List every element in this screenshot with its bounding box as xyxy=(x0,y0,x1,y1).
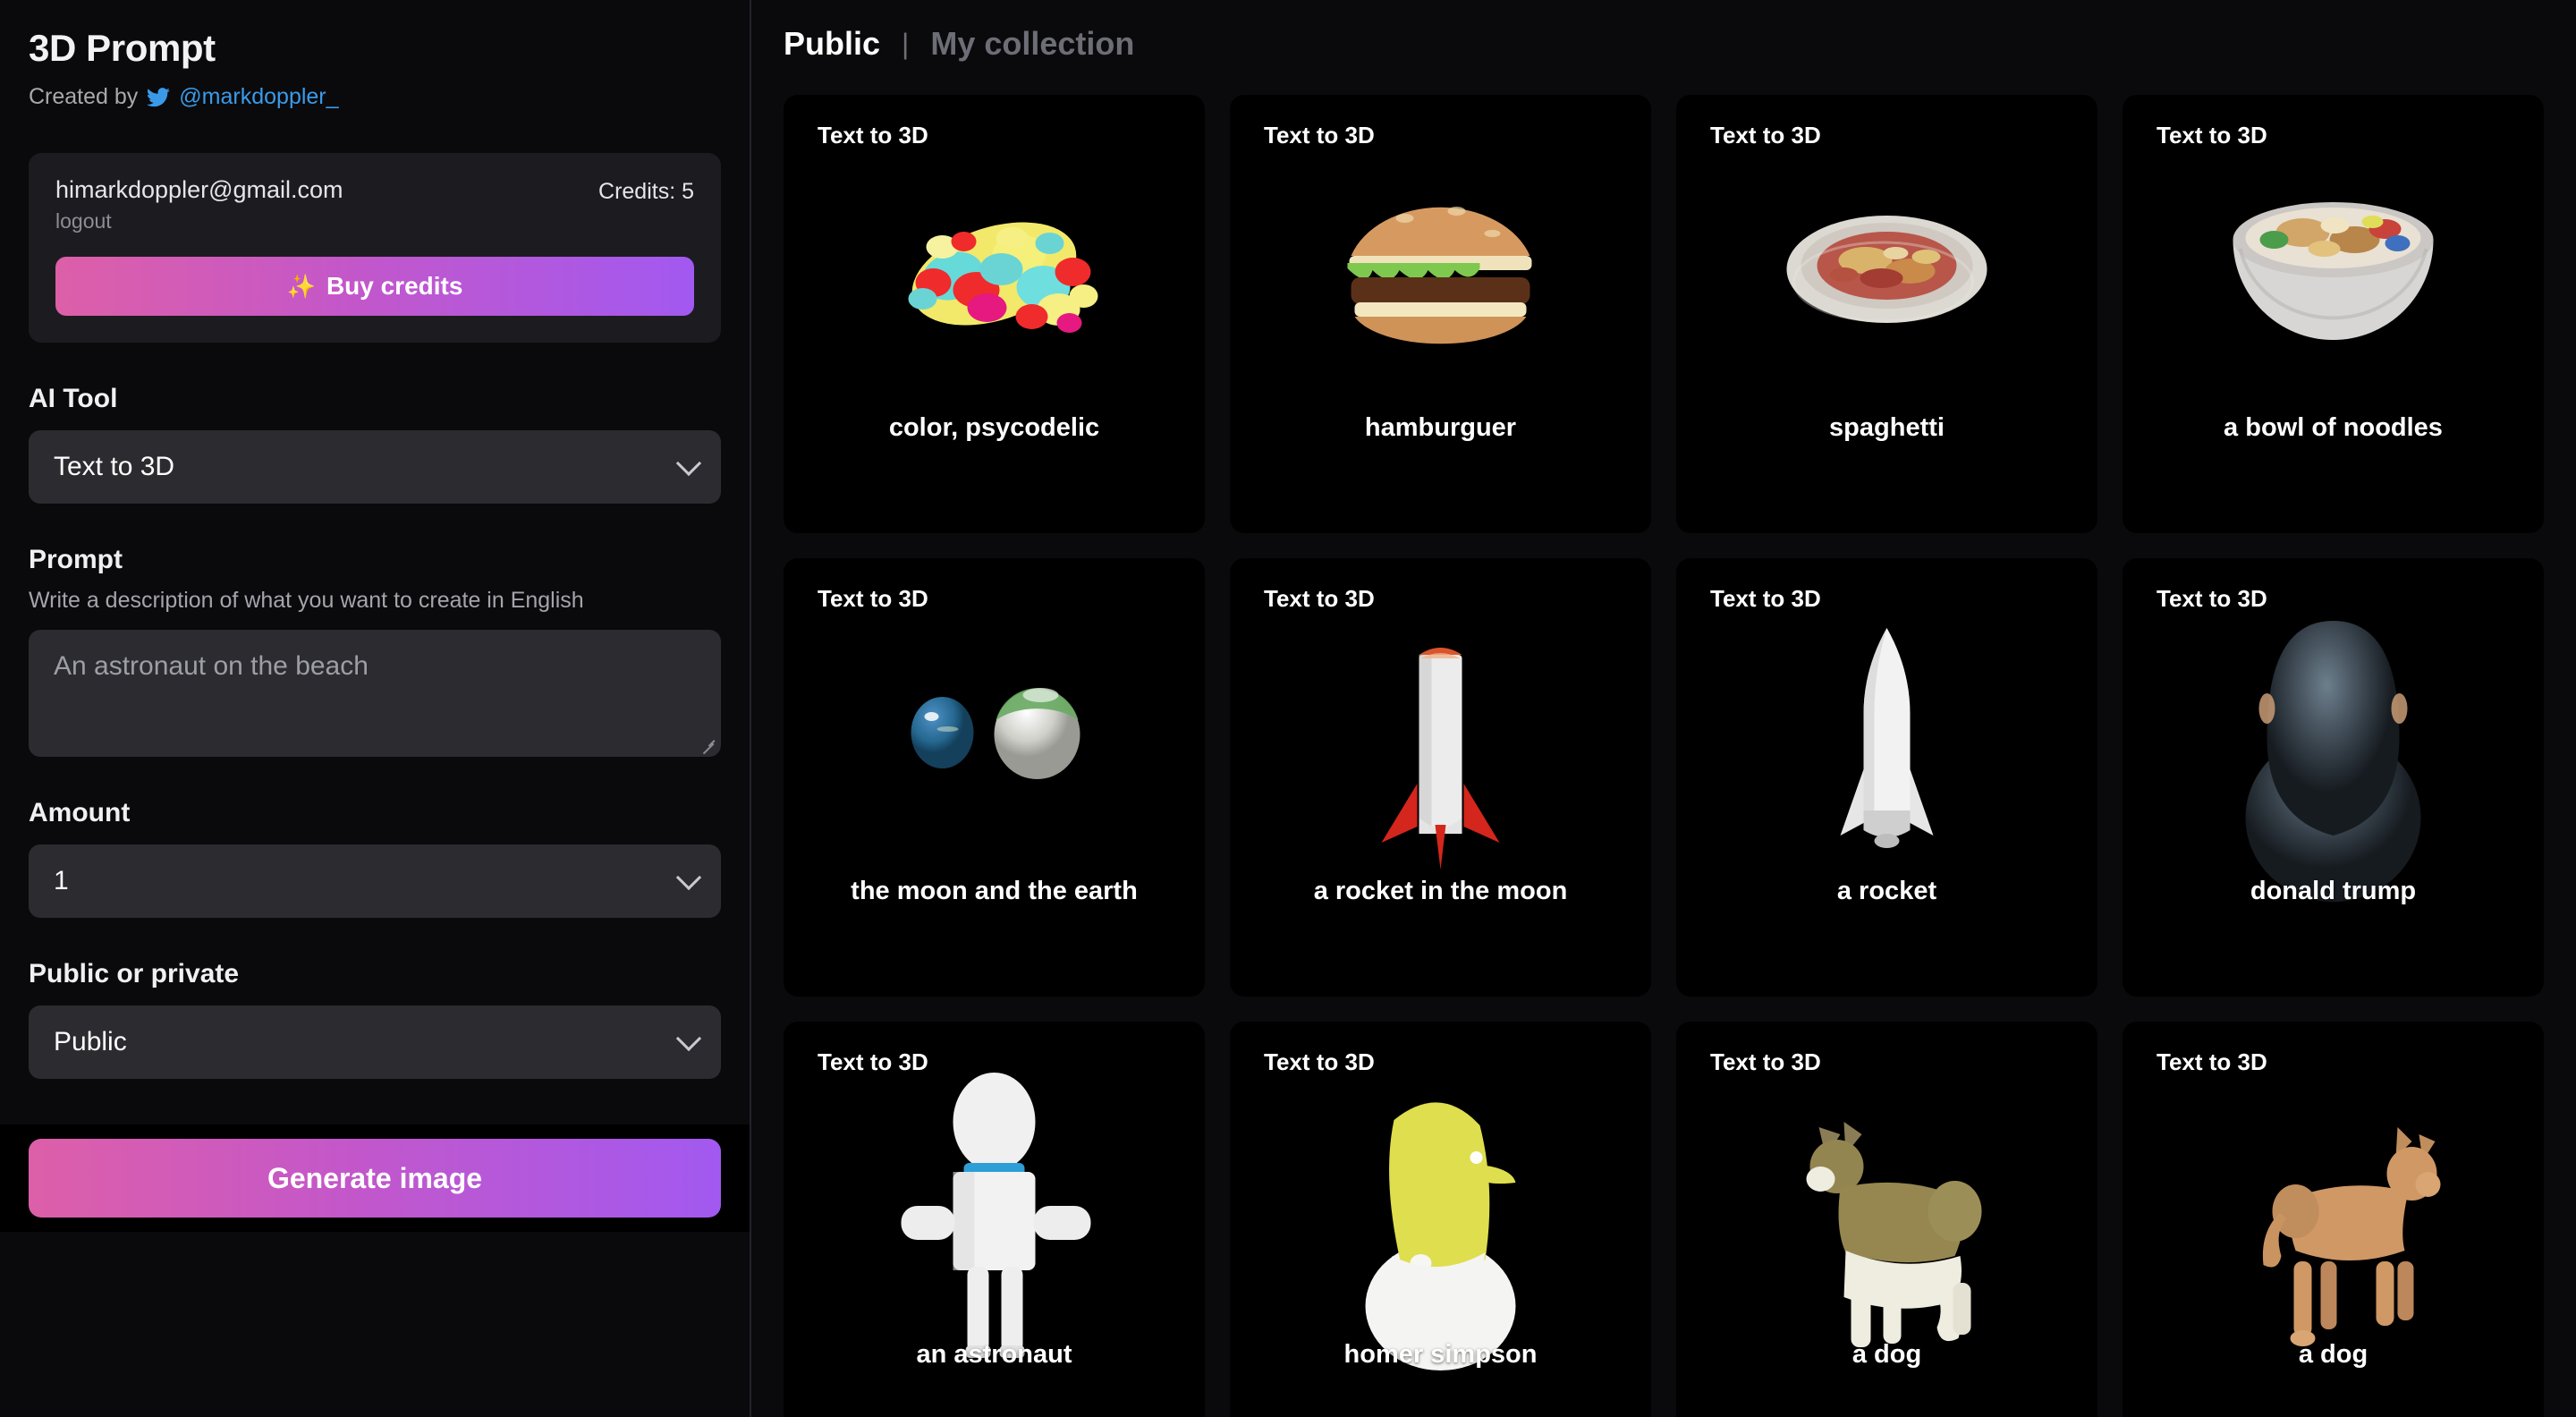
buy-credits-label: Buy credits xyxy=(326,272,463,300)
card-tag: Text to 3D xyxy=(2157,122,2267,148)
card-tag: Text to 3D xyxy=(1710,585,1821,612)
sidebar: 3D Prompt Created by @markdoppler_ himar… xyxy=(0,0,751,1417)
amount-label: Amount xyxy=(29,798,131,827)
card-caption: hamburguer xyxy=(1364,413,1517,442)
generate-image-button[interactable]: Generate image xyxy=(29,1139,721,1218)
hamburger-art xyxy=(1230,95,1651,533)
chevron-down-icon xyxy=(675,864,702,891)
card-caption: a dog xyxy=(1852,1340,1922,1369)
tab-my-collection[interactable]: My collection xyxy=(930,25,1134,63)
gallery-grid: Text to 3D color, psycodelic Text to 3D … xyxy=(784,95,2544,1417)
main-content: Public | My collection Text to 3D color,… xyxy=(751,0,2576,1417)
twitter-bird-icon xyxy=(146,85,171,110)
account-row: himarkdoppler@gmail.com logout Credits: … xyxy=(55,176,694,233)
ai-tool-label: AI Tool xyxy=(29,384,118,413)
textarea-resize-handle[interactable] xyxy=(699,736,716,752)
card-tag: Text to 3D xyxy=(1710,122,1821,148)
gallery-card[interactable]: Text to 3D xyxy=(1230,558,1651,997)
tab-separator: | xyxy=(902,27,910,60)
app-root: 3D Prompt Created by @markdoppler_ himar… xyxy=(0,0,2576,1417)
card-tag: Text to 3D xyxy=(818,122,928,148)
card-caption: the moon and the earth xyxy=(851,877,1138,905)
card-tag: Text to 3D xyxy=(818,585,928,612)
card-tag: Text to 3D xyxy=(1264,585,1375,612)
head-silhouette-art xyxy=(2123,558,2544,997)
gallery-card[interactable]: Text to 3D xyxy=(784,1022,1205,1417)
gallery-card[interactable]: Text to 3D a rocket xyxy=(1676,558,2097,997)
gallery-card[interactable]: Text to 3D homer simpson xyxy=(1230,1022,1651,1417)
card-tag: Text to 3D xyxy=(818,1048,928,1075)
buy-credits-button[interactable]: ✨ Buy credits xyxy=(55,257,694,316)
card-caption: color, psycodelic xyxy=(888,413,1100,442)
card-tag: Text to 3D xyxy=(2157,1048,2267,1075)
card-tag: Text to 3D xyxy=(2157,585,2267,612)
gallery-card[interactable]: Text to 3D xyxy=(2123,558,2544,997)
chevron-down-icon xyxy=(675,1025,702,1052)
card-tag: Text to 3D xyxy=(1710,1048,1821,1075)
card-tag: Text to 3D xyxy=(1264,1048,1375,1075)
prompt-label: Prompt xyxy=(29,545,123,574)
tab-public[interactable]: Public xyxy=(784,25,880,63)
visibility-label: Public or private xyxy=(29,959,240,989)
card-caption: a bowl of noodles xyxy=(2224,413,2443,442)
card-caption: donald trump xyxy=(2250,877,2417,905)
card-caption: an astronaut xyxy=(916,1340,1072,1369)
page-title: 3D Prompt xyxy=(29,27,216,69)
ai-tool-select[interactable]: Text to 3D xyxy=(29,430,721,504)
rocket-red-fins-art xyxy=(1230,558,1651,997)
gallery-card[interactable]: Text to 3D xyxy=(2123,95,2544,533)
gallery-card[interactable]: Text to 3D xyxy=(784,95,1205,533)
rocket-white-art xyxy=(1676,558,2097,997)
noodle-bowl-art xyxy=(2123,95,2544,533)
ai-tool-value: Text to 3D xyxy=(54,452,175,481)
gallery-card[interactable]: Text to 3D xyxy=(784,558,1205,997)
prompt-placeholder: An astronaut on the beach xyxy=(54,651,369,681)
sparkles-icon: ✨ xyxy=(286,272,316,300)
spaghetti-plate-art xyxy=(1676,95,2097,533)
gallery-card[interactable]: Text to 3D xyxy=(2123,1022,2544,1417)
gallery-card[interactable]: Text to 3D xyxy=(1676,1022,2097,1417)
account-card: himarkdoppler@gmail.com logout Credits: … xyxy=(29,153,721,343)
prompt-input[interactable]: An astronaut on the beach xyxy=(29,630,721,757)
visibility-select[interactable]: Public xyxy=(29,1005,721,1079)
card-caption: a rocket xyxy=(1836,877,1937,905)
created-by-label: Created by xyxy=(29,84,139,109)
psychedelic-blob-art xyxy=(784,95,1205,533)
prompt-help-text: Write a description of what you want to … xyxy=(29,588,584,613)
account-email: himarkdoppler@gmail.com xyxy=(55,176,343,203)
card-caption: homer simpson xyxy=(1343,1340,1538,1369)
visibility-value: Public xyxy=(54,1027,127,1056)
gallery-card[interactable]: Text to 3D xyxy=(1676,95,2097,533)
card-caption: spaghetti xyxy=(1829,413,1945,442)
created-by: Created by @markdoppler_ xyxy=(29,84,721,110)
logout-link[interactable]: logout xyxy=(55,209,343,233)
gallery-card[interactable]: Text to 3D xyxy=(1230,95,1651,533)
card-tag: Text to 3D xyxy=(1264,122,1375,148)
generate-bar: Generate image xyxy=(0,1124,750,1232)
gallery-tabs: Public | My collection xyxy=(784,25,2544,63)
card-caption: a dog xyxy=(2298,1340,2368,1369)
twitter-handle-link[interactable]: @markdoppler_ xyxy=(179,84,338,110)
amount-select[interactable]: 1 xyxy=(29,844,721,918)
card-caption: a rocket in the moon xyxy=(1313,877,1568,905)
credits-badge: Credits: 5 xyxy=(598,179,694,204)
chevron-down-icon xyxy=(675,450,702,477)
amount-value: 1 xyxy=(54,866,69,895)
moon-and-earth-art xyxy=(784,558,1205,997)
